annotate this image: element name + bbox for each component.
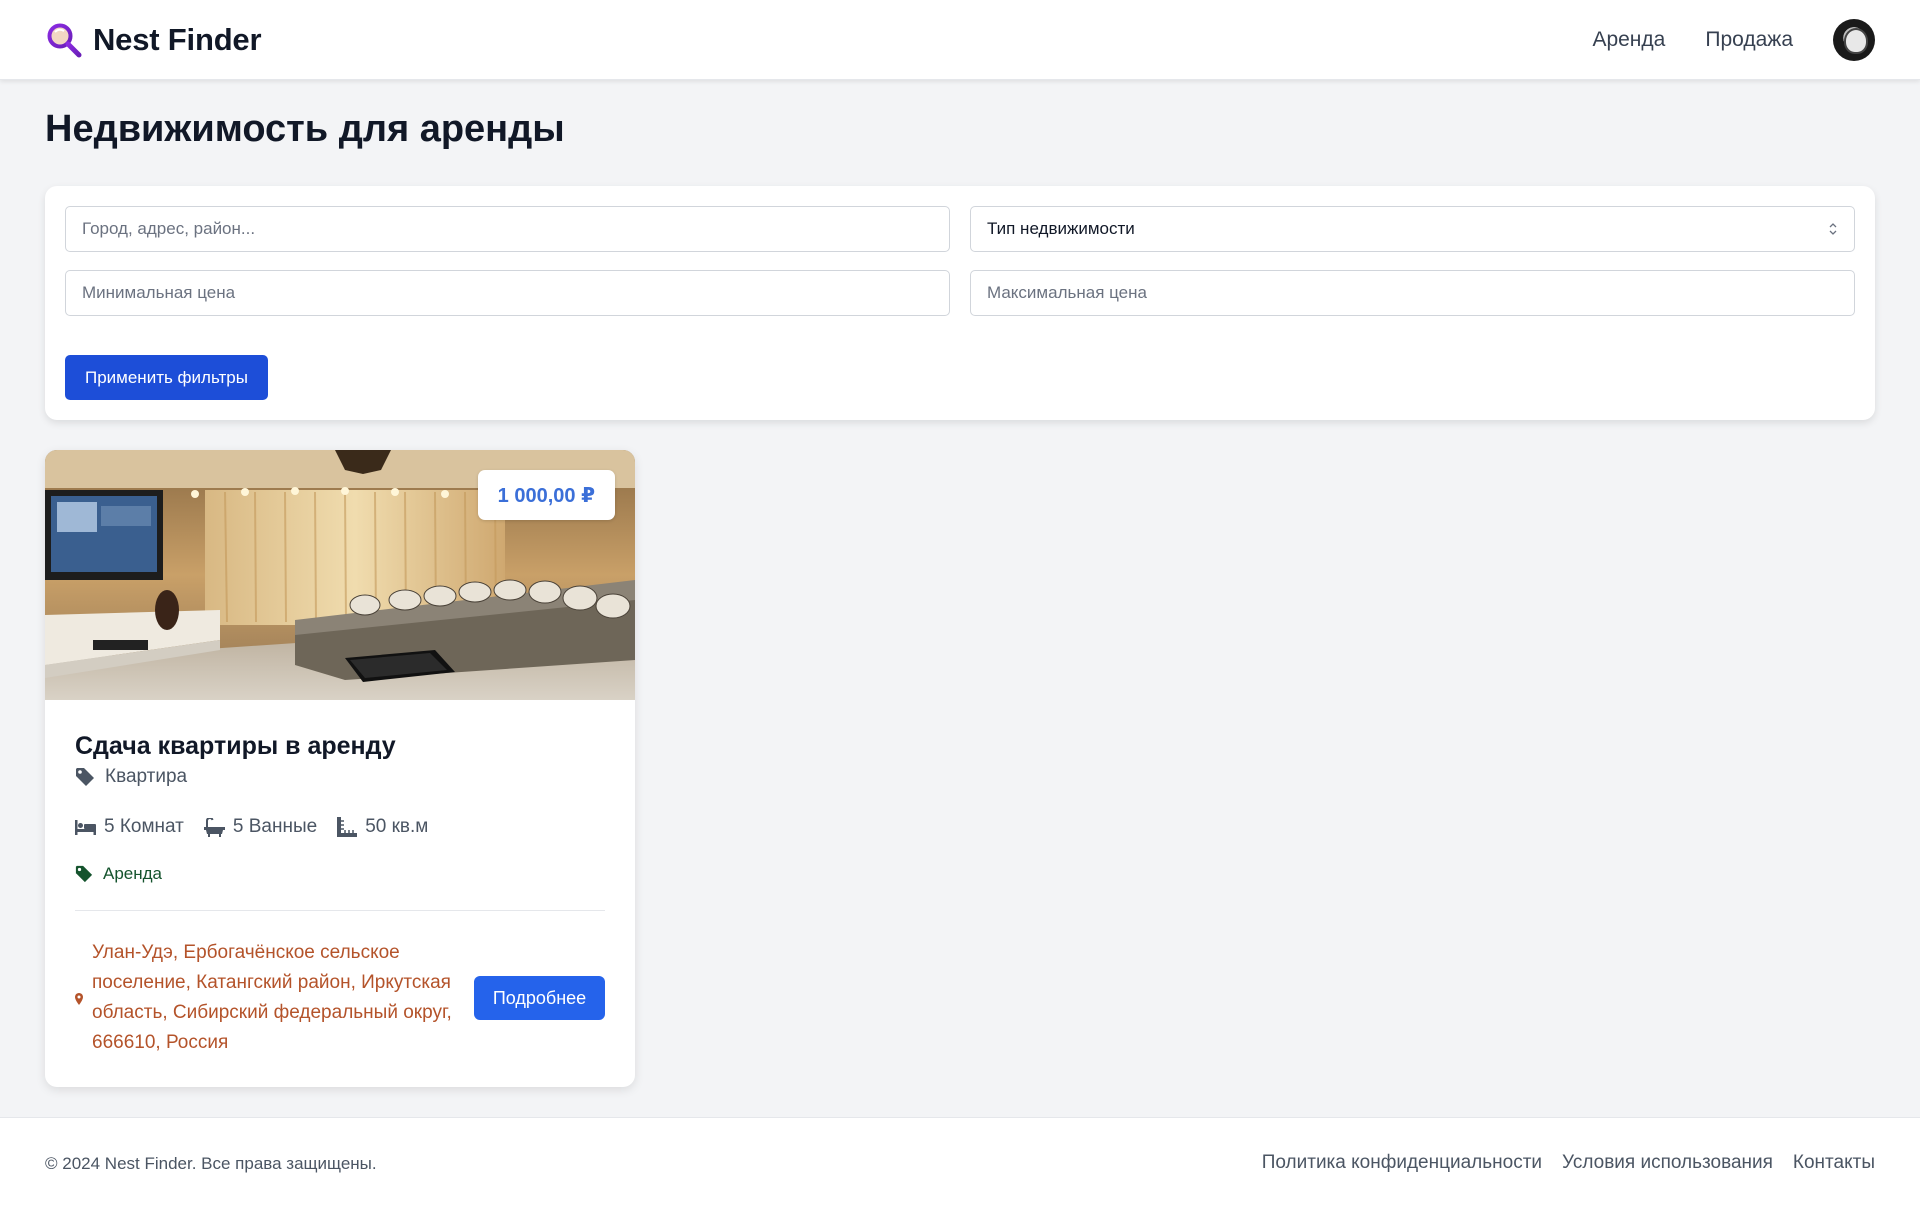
card-divider <box>75 910 605 911</box>
area-label: 50 кв.м <box>365 816 429 837</box>
nav-link-sale[interactable]: Продажа <box>1705 28 1793 52</box>
apply-filters-button[interactable]: Применить фильтры <box>65 355 268 400</box>
main-nav: Аренда Продажа <box>1592 16 1875 64</box>
page-title: Недвижимость для аренды <box>45 108 565 150</box>
min-price-input[interactable] <box>65 270 950 316</box>
tag-icon <box>75 865 93 883</box>
area-feature: 50 кв.м <box>337 816 428 838</box>
tag-icon <box>76 768 94 786</box>
brand-name: Nest Finder <box>93 22 262 57</box>
listing-address: Улан-Удэ, Ербогачёнское сельское поселен… <box>92 942 452 1053</box>
rooms-label: 5 Комнат <box>104 816 184 837</box>
bathtub-icon <box>203 817 225 837</box>
footer-link-contacts[interactable]: Контакты <box>1793 1152 1875 1174</box>
bed-icon <box>75 820 96 835</box>
footer-link-privacy[interactable]: Политика конфиденциальности <box>1262 1152 1542 1174</box>
brand-link[interactable]: Nest Finder <box>45 18 262 62</box>
rooms-feature: 5 Комнат <box>75 816 184 838</box>
property-type-selected: Тип недвижимости <box>987 219 1135 238</box>
magnifier-logo-icon <box>47 23 82 58</box>
price-badge: 1 000,00 ₽ <box>477 470 615 520</box>
listing-title: Сдача квартиры в аренду <box>75 732 396 760</box>
deal-type-row: Аренда <box>75 864 162 884</box>
bathrooms-label: 5 Ванные <box>232 816 318 837</box>
property-type-select[interactable]: Тип недвижимости <box>970 206 1855 252</box>
property-type-row: Квартира <box>75 766 187 788</box>
copyright-text: © 2024 Nest Finder. Все права защищены. <box>45 1154 377 1173</box>
select-chevrons-icon <box>1828 222 1838 236</box>
bathrooms-feature: 5 Ванные <box>203 816 318 838</box>
footer-link-terms[interactable]: Условия использования <box>1562 1152 1773 1174</box>
top-navbar: Nest Finder Аренда Продажа <box>0 0 1920 80</box>
ruler-icon <box>337 817 358 837</box>
deal-type-label: Аренда <box>103 864 163 883</box>
search-input[interactable] <box>65 206 950 252</box>
page-footer: © 2024 Nest Finder. Все права защищены. … <box>0 1117 1920 1207</box>
property-type-label: Квартира <box>105 766 188 787</box>
features-row: 5 Комнат 5 Ванные 50 кв.м <box>75 816 448 838</box>
footer-links: Политика конфиденциальности Условия испо… <box>1242 1152 1875 1174</box>
filters-panel: Тип недвижимости Применить фильтры <box>45 186 1875 420</box>
map-pin-icon <box>75 993 83 1005</box>
max-price-input[interactable] <box>970 270 1855 316</box>
details-button[interactable]: Подробнее <box>474 976 605 1020</box>
nav-link-rent[interactable]: Аренда <box>1592 28 1665 52</box>
user-avatar[interactable] <box>1833 19 1875 61</box>
